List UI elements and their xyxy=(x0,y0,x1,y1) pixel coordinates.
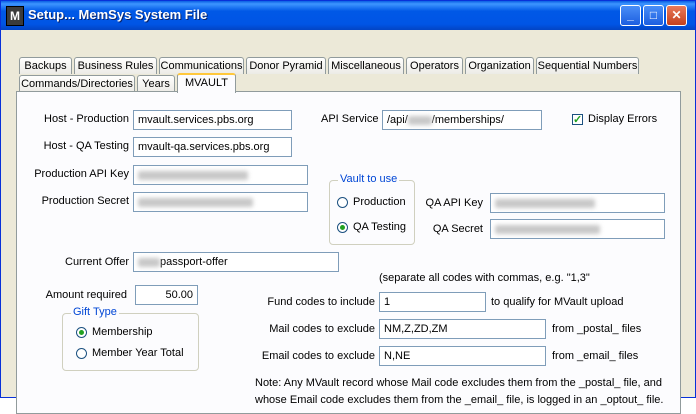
vault-production-radio[interactable]: Production xyxy=(337,196,406,208)
tab-miscellaneous[interactable]: Miscellaneous xyxy=(328,57,404,74)
tab-communications[interactable]: Communications xyxy=(159,57,244,74)
vault-to-use-group: Vault to use xyxy=(329,173,415,245)
redacted-value xyxy=(138,170,248,180)
gift-member-year-label: Member Year Total xyxy=(92,347,184,359)
current-offer-suffix: passport-offer xyxy=(160,256,228,268)
tab-years[interactable]: Years xyxy=(137,75,175,92)
tab-sequential-numbers[interactable]: Sequential Numbers xyxy=(536,57,639,74)
mail-codes-field[interactable]: NM,Z,ZD,ZM xyxy=(379,319,546,339)
current-offer-label: Current Offer xyxy=(65,256,129,268)
amount-required-label: Amount required xyxy=(45,289,127,301)
optout-note-line2: whose Email code excludes them from the … xyxy=(255,394,664,406)
production-secret-label: Production Secret xyxy=(41,195,129,207)
tab-backups[interactable]: Backups xyxy=(19,57,72,74)
redacted-value xyxy=(138,197,253,207)
vault-qa-label: QA Testing xyxy=(353,221,406,233)
qa-secret-label: QA Secret xyxy=(432,223,483,235)
tab-business-rules[interactable]: Business Rules xyxy=(74,57,157,74)
checkmark-icon: ✓ xyxy=(572,113,583,126)
vault-qa-radio[interactable]: QA Testing xyxy=(337,221,406,233)
production-api-key-label: Production API Key xyxy=(34,168,129,180)
mvault-panel: Host - Production mvault.services.pbs.or… xyxy=(16,91,681,414)
mail-codes-suffix: from _postal_ files xyxy=(552,323,642,335)
tab-donor-pyramid[interactable]: Donor Pyramid xyxy=(246,57,326,74)
tab-mvault[interactable]: MVAULT xyxy=(177,73,236,93)
radio-off-icon xyxy=(76,347,87,359)
host-qa-label: Host - QA Testing xyxy=(43,140,129,152)
minimize-button[interactable]: _ xyxy=(620,5,641,26)
email-codes-suffix: from _email_ files xyxy=(552,350,639,362)
redacted-value xyxy=(495,198,595,208)
email-codes-field[interactable]: N,NE xyxy=(379,346,546,366)
title-bar[interactable]: M Setup... MemSys System File _ □ ✕ xyxy=(1,1,695,30)
qa-secret-field[interactable] xyxy=(490,219,665,239)
display-errors-label: Display Errors xyxy=(588,113,658,125)
display-errors-checkbox[interactable]: ✓ Display Errors xyxy=(572,113,657,125)
maximize-icon: □ xyxy=(649,8,658,22)
host-qa-field[interactable]: mvault-qa.services.pbs.org xyxy=(133,137,292,157)
memsys-app-icon[interactable]: M xyxy=(6,6,24,26)
gift-membership-radio[interactable]: Membership xyxy=(76,326,153,338)
minimize-icon: _ xyxy=(627,8,634,22)
redacted-value xyxy=(495,224,600,234)
radio-off-icon xyxy=(337,196,348,208)
api-service-field[interactable]: /api/ /memberships/ xyxy=(382,110,542,130)
fund-codes-suffix: to qualify for MVault upload xyxy=(491,296,624,308)
api-service-suffix: /memberships/ xyxy=(431,114,504,126)
gift-type-group: Gift Type xyxy=(62,306,199,371)
mail-codes-label: Mail codes to exclude xyxy=(269,323,375,335)
window-title: Setup... MemSys System File xyxy=(28,7,208,22)
close-button[interactable]: ✕ xyxy=(666,5,687,26)
vault-to-use-title: Vault to use xyxy=(338,173,400,185)
qa-api-key-label: QA API Key xyxy=(425,197,483,209)
maximize-button[interactable]: □ xyxy=(643,5,664,26)
api-service-label: API Service xyxy=(321,113,379,125)
radio-on-icon xyxy=(76,326,87,338)
optout-note-line1: Note: Any MVault record whose Mail code … xyxy=(255,377,663,389)
tab-operators[interactable]: Operators xyxy=(406,57,463,74)
fund-codes-label: Fund codes to include xyxy=(267,296,375,308)
dialog-body: Backups Business Rules Communications Do… xyxy=(4,30,692,414)
vault-production-label: Production xyxy=(353,196,406,208)
gift-membership-label: Membership xyxy=(92,326,153,338)
current-offer-field[interactable]: passport-offer xyxy=(133,252,339,272)
radio-on-icon xyxy=(337,221,348,233)
email-codes-label: Email codes to exclude xyxy=(261,350,375,362)
close-icon: ✕ xyxy=(671,8,682,22)
redacted-value xyxy=(407,115,432,125)
qa-api-key-field[interactable] xyxy=(490,193,665,213)
memsys-setup-window: M Setup... MemSys System File _ □ ✕ Back… xyxy=(0,0,696,414)
host-production-field[interactable]: mvault.services.pbs.org xyxy=(133,110,292,130)
redacted-value xyxy=(138,257,160,267)
tab-commands-directories[interactable]: Commands/Directories xyxy=(19,75,135,92)
tab-organization[interactable]: Organization xyxy=(465,57,534,74)
api-service-prefix: /api/ xyxy=(387,114,408,126)
production-api-key-field[interactable] xyxy=(133,165,308,185)
amount-required-field[interactable]: 50.00 xyxy=(135,285,198,305)
gift-member-year-radio[interactable]: Member Year Total xyxy=(76,347,184,359)
fund-codes-field[interactable]: 1 xyxy=(379,292,486,312)
gift-type-title: Gift Type xyxy=(71,306,119,318)
host-production-label: Host - Production xyxy=(44,113,129,125)
separate-codes-hint: (separate all codes with commas, e.g. "1… xyxy=(379,272,590,284)
production-secret-field[interactable] xyxy=(133,192,308,212)
